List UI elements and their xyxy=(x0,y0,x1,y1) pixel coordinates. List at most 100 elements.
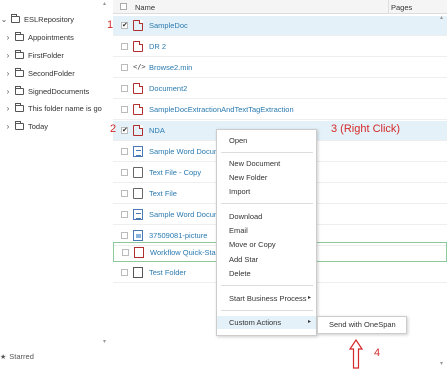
chevron-down-icon[interactable]: ⌄ xyxy=(0,15,8,24)
chevron-right-icon[interactable]: › xyxy=(4,87,12,96)
file-name-link[interactable]: Sample Word Docum xyxy=(149,210,220,219)
file-name-link[interactable]: DR 2 xyxy=(149,42,166,51)
menu-item-start-business-process[interactable]: Start Business Process ▸ xyxy=(217,292,316,305)
row-checkbox[interactable] xyxy=(121,232,128,239)
menu-item-download[interactable]: Download xyxy=(217,210,316,223)
file-name-link[interactable]: Sample Word Docum xyxy=(149,147,220,156)
row-checkbox[interactable]: ✔ xyxy=(121,22,128,29)
folder-icon xyxy=(15,49,24,59)
starred-section[interactable]: ★ Starred xyxy=(0,352,34,361)
tree-item-signeddocuments[interactable]: › SignedDocuments xyxy=(4,84,89,98)
row-checkbox[interactable] xyxy=(121,148,128,155)
tree-item-long-folder[interactable]: › This folder name is go xyxy=(4,101,104,115)
select-all-checkbox[interactable] xyxy=(120,3,127,10)
file-name-link[interactable]: Test Folder xyxy=(149,268,186,277)
row-checkbox[interactable] xyxy=(121,106,128,113)
list-header: Name Pages xyxy=(113,0,447,14)
tree-item-label: SignedDocuments xyxy=(28,86,90,96)
pdf-file-icon xyxy=(133,83,143,94)
menu-item-open[interactable]: Open xyxy=(217,134,316,147)
chevron-right-icon[interactable]: › xyxy=(4,33,12,42)
row-checkbox[interactable] xyxy=(122,249,129,256)
menu-item-label: Send with OneSpan xyxy=(329,320,396,329)
tree-item-label: FirstFolder xyxy=(28,50,64,60)
scroll-down-icon[interactable]: ▾ xyxy=(440,360,443,367)
row-checkbox[interactable] xyxy=(121,169,128,176)
row-checkbox[interactable] xyxy=(121,43,128,50)
menu-item-label: Email xyxy=(229,226,248,235)
menu-item-delete[interactable]: Delete xyxy=(217,267,316,280)
menu-item-send-with-onespan[interactable]: Send with OneSpan xyxy=(318,317,406,333)
menu-item-label: Move or Copy xyxy=(229,240,276,249)
folder-icon xyxy=(133,267,143,278)
table-row[interactable]: ✔ SampleDoc xyxy=(113,16,447,36)
menu-item-custom-actions[interactable]: Custom Actions ▸ xyxy=(217,316,316,329)
folder-icon xyxy=(15,102,24,112)
tree-item-appointments[interactable]: › Appointments xyxy=(4,30,74,44)
pdf-file-icon xyxy=(133,125,143,136)
scroll-down-icon[interactable]: ▾ xyxy=(103,338,106,345)
pdf-file-icon xyxy=(133,41,143,52)
row-checkbox[interactable]: ✔ xyxy=(121,127,128,134)
annotation-step-2: 2 xyxy=(110,123,117,135)
annotation-arrow-up-icon xyxy=(349,339,363,369)
file-name-link[interactable]: Browse2.min xyxy=(149,63,192,72)
table-row[interactable]: </> Browse2.min xyxy=(113,58,447,78)
column-divider[interactable] xyxy=(388,0,389,14)
workflow-file-icon xyxy=(134,247,144,258)
chevron-right-icon[interactable]: › xyxy=(4,104,12,113)
chevron-right-icon[interactable]: › xyxy=(4,122,12,131)
custom-actions-submenu: Send with OneSpan xyxy=(317,316,407,334)
word-file-icon xyxy=(133,146,143,157)
row-checkbox[interactable] xyxy=(121,64,128,71)
file-name-link[interactable]: Document2 xyxy=(149,84,187,93)
sidebar-scrollbar[interactable]: ▴ ▾ xyxy=(103,0,108,348)
file-name-link[interactable]: SampleDocExtractionAndTextTagExtraction xyxy=(149,105,294,114)
scroll-up-icon[interactable]: ▴ xyxy=(103,0,106,7)
menu-item-new-folder[interactable]: New Folder xyxy=(217,171,316,184)
tree-item-secondfolder[interactable]: › SecondFolder xyxy=(4,66,75,80)
row-checkbox[interactable] xyxy=(121,85,128,92)
star-icon: ★ xyxy=(0,353,7,361)
menu-item-import[interactable]: Import xyxy=(217,185,316,198)
word-file-icon xyxy=(133,209,143,220)
folder-icon xyxy=(15,120,24,130)
menu-item-label: Import xyxy=(229,187,251,196)
scroll-up-icon[interactable]: ▴ xyxy=(440,14,443,21)
folder-tree-sidebar: ⌄ ESLRepository › Appointments › FirstFo… xyxy=(0,0,108,370)
code-file-icon: </> xyxy=(133,63,146,71)
column-header-name[interactable]: Name xyxy=(135,3,155,12)
menu-item-new-document[interactable]: New Document xyxy=(217,157,316,170)
file-name-link[interactable]: Workflow Quick-Sta xyxy=(150,248,216,257)
file-name-link[interactable]: Text File - Copy xyxy=(149,168,201,177)
tree-item-firstfolder[interactable]: › FirstFolder xyxy=(4,48,64,62)
folder-icon xyxy=(15,31,24,41)
chevron-right-icon[interactable]: › xyxy=(4,69,12,78)
list-scrollbar[interactable]: ▴ ▾ xyxy=(439,14,447,370)
starred-label: Starred xyxy=(9,352,34,361)
tree-item-today[interactable]: › Today xyxy=(4,119,48,133)
chevron-right-icon[interactable]: › xyxy=(4,51,12,60)
menu-item-add-star[interactable]: Add Star xyxy=(217,253,316,266)
menu-item-label: Download xyxy=(229,212,263,221)
file-name-link[interactable]: Text File xyxy=(149,189,177,198)
row-checkbox[interactable] xyxy=(121,269,128,276)
menu-item-email[interactable]: Email xyxy=(217,224,316,237)
column-header-pages[interactable]: Pages xyxy=(391,3,412,12)
row-checkbox[interactable] xyxy=(121,211,128,218)
text-file-icon xyxy=(133,167,143,178)
row-checkbox[interactable] xyxy=(121,190,128,197)
table-row[interactable]: SampleDocExtractionAndTextTagExtraction xyxy=(113,100,447,120)
tree-root[interactable]: ⌄ ESLRepository xyxy=(0,12,74,26)
file-name-link[interactable]: NDA xyxy=(149,126,165,135)
annotation-step-3: 3 (Right Click) xyxy=(331,123,401,135)
chevron-right-icon: ▸ xyxy=(307,295,311,301)
table-row[interactable]: Document2 xyxy=(113,79,447,99)
table-row[interactable]: DR 2 xyxy=(113,37,447,57)
menu-item-move-or-copy[interactable]: Move or Copy xyxy=(217,238,316,251)
pdf-file-icon xyxy=(133,104,143,115)
menu-separator xyxy=(221,203,313,204)
file-name-link[interactable]: 37509081-picture xyxy=(149,231,207,240)
file-name-link[interactable]: SampleDoc xyxy=(149,21,188,30)
folder-icon xyxy=(15,67,24,77)
